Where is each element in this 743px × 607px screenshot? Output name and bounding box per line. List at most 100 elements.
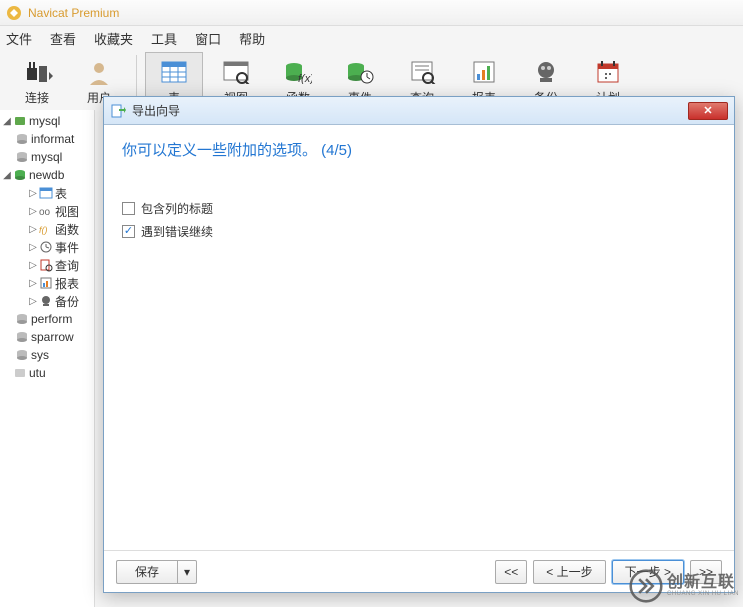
svg-text:f(x): f(x) [298,73,312,84]
save-button[interactable]: 保存 [116,560,177,584]
expand-icon[interactable]: ▷ [28,278,38,289]
function-icon: f() [39,222,53,236]
logo-icon [629,569,663,603]
expand-icon[interactable]: ▷ [28,296,38,307]
menu-favorites[interactable]: 收藏夹 [94,29,133,48]
menu-bar: 文件 查看 收藏夹 工具 窗口 帮助 [0,26,743,50]
tree-label: mysql [31,150,62,164]
tool-connection[interactable]: 连接 [8,52,66,108]
database-icon [15,132,29,146]
tree-node-db[interactable]: sys [0,346,94,364]
tree-label: utu [29,366,46,380]
tree-label: 视图 [55,203,79,220]
expand-icon[interactable]: ▷ [28,242,38,253]
expand-icon[interactable]: ▷ [28,206,38,217]
collapse-icon[interactable]: ◢ [2,170,12,181]
menu-file[interactable]: 文件 [6,29,32,48]
tree-node-db[interactable]: informat [0,130,94,148]
close-icon: ✕ [703,104,712,117]
first-button[interactable]: << [495,560,527,584]
table-icon [160,60,188,84]
watermark-sub: CHUANG XIN HU LIAN [667,591,739,597]
tree-node-backups[interactable]: ▷ 备份 [0,292,94,310]
tree-node-events[interactable]: ▷ 事件 [0,238,94,256]
tree-label: 事件 [55,239,79,256]
view-icon: oo [39,204,53,218]
query-icon [39,258,53,272]
close-button[interactable]: ✕ [688,102,728,120]
expand-icon[interactable]: ▷ [28,260,38,271]
prev-button[interactable]: < 上一步 [533,560,605,584]
expand-icon[interactable]: ▷ [28,188,38,199]
database-open-icon [13,168,27,182]
tree-node-tables[interactable]: ▷ 表 [0,184,94,202]
watermark-main: 创新互联 [667,575,739,591]
dialog-heading: 你可以定义一些附加的选项。 (4/5) [122,139,716,160]
tree-node-mysql-server[interactable]: ◢ mysql [0,112,94,130]
database-icon [15,150,29,164]
app-icon [6,5,22,21]
menu-help[interactable]: 帮助 [239,29,265,48]
tree-label: mysql [29,114,60,128]
event-icon [346,60,374,84]
checkbox-label: 遇到错误继续 [141,223,213,240]
checkbox-label: 包含列的标题 [141,200,213,217]
tree-label: newdb [29,168,64,182]
clock-icon [39,240,53,254]
tree-node-db[interactable]: sparrow [0,328,94,346]
tree-label: 备份 [55,293,79,310]
backup-icon [532,60,560,84]
tree-node-server[interactable]: utu [0,364,94,382]
tree-node-db-open[interactable]: ◢ newdb [0,166,94,184]
save-dropdown-button[interactable]: ▾ [177,560,197,584]
schedule-icon [594,60,622,84]
tool-label: 连接 [25,89,49,106]
menu-window[interactable]: 窗口 [195,29,221,48]
tree-label: 查询 [55,257,79,274]
tree-label: 函数 [55,221,79,238]
tree-node-reports[interactable]: ▷ 报表 [0,274,94,292]
backup-icon [39,294,53,308]
tree-label: perform [31,312,72,326]
tree-node-functions[interactable]: ▷ f() 函数 [0,220,94,238]
tree-node-queries[interactable]: ▷ 查询 [0,256,94,274]
plug-icon [21,58,53,86]
export-icon [110,103,126,119]
server-icon [13,114,27,128]
export-wizard-dialog: 导出向导 ✕ 你可以定义一些附加的选项。 (4/5) 包含列的标题 遇到错误继续… [103,96,735,593]
table-icon [39,186,53,200]
database-icon [15,330,29,344]
view-icon [222,60,250,84]
server-icon [13,366,27,380]
tree-label: 报表 [55,275,79,292]
user-icon [86,59,112,85]
database-icon [15,348,29,362]
menu-view[interactable]: 查看 [50,29,76,48]
report-icon [470,60,498,84]
checkbox-icon[interactable] [122,225,135,238]
tree-label: informat [31,132,74,146]
svg-text:f(): f() [39,225,48,235]
dialog-title: 导出向导 [132,102,688,119]
app-title-bar: Navicat Premium [0,0,743,26]
tree-node-db[interactable]: perform [0,310,94,328]
tree-node-views[interactable]: ▷ oo 视图 [0,202,94,220]
function-icon: f(x) [284,60,312,84]
collapse-icon[interactable]: ◢ [2,116,12,127]
check-continue-on-error[interactable]: 遇到错误继续 [122,223,716,240]
checkbox-icon[interactable] [122,202,135,215]
menu-tools[interactable]: 工具 [151,29,177,48]
report-icon [39,276,53,290]
watermark-logo: 创新互联 CHUANG XIN HU LIAN [629,569,739,603]
tree-label: sparrow [31,330,74,344]
dialog-body: 你可以定义一些附加的选项。 (4/5) 包含列的标题 遇到错误继续 [104,125,734,550]
svg-text:oo: oo [39,207,51,218]
database-icon [15,312,29,326]
dialog-title-bar[interactable]: 导出向导 ✕ [104,97,734,125]
expand-icon[interactable]: ▷ [28,224,38,235]
sidebar-tree: ◢ mysql informat mysql ◢ newdb ▷ 表 ▷ oo … [0,110,95,607]
check-include-column-titles[interactable]: 包含列的标题 [122,200,716,217]
tree-label: 表 [55,185,67,202]
query-icon [408,60,436,84]
tree-node-db[interactable]: mysql [0,148,94,166]
